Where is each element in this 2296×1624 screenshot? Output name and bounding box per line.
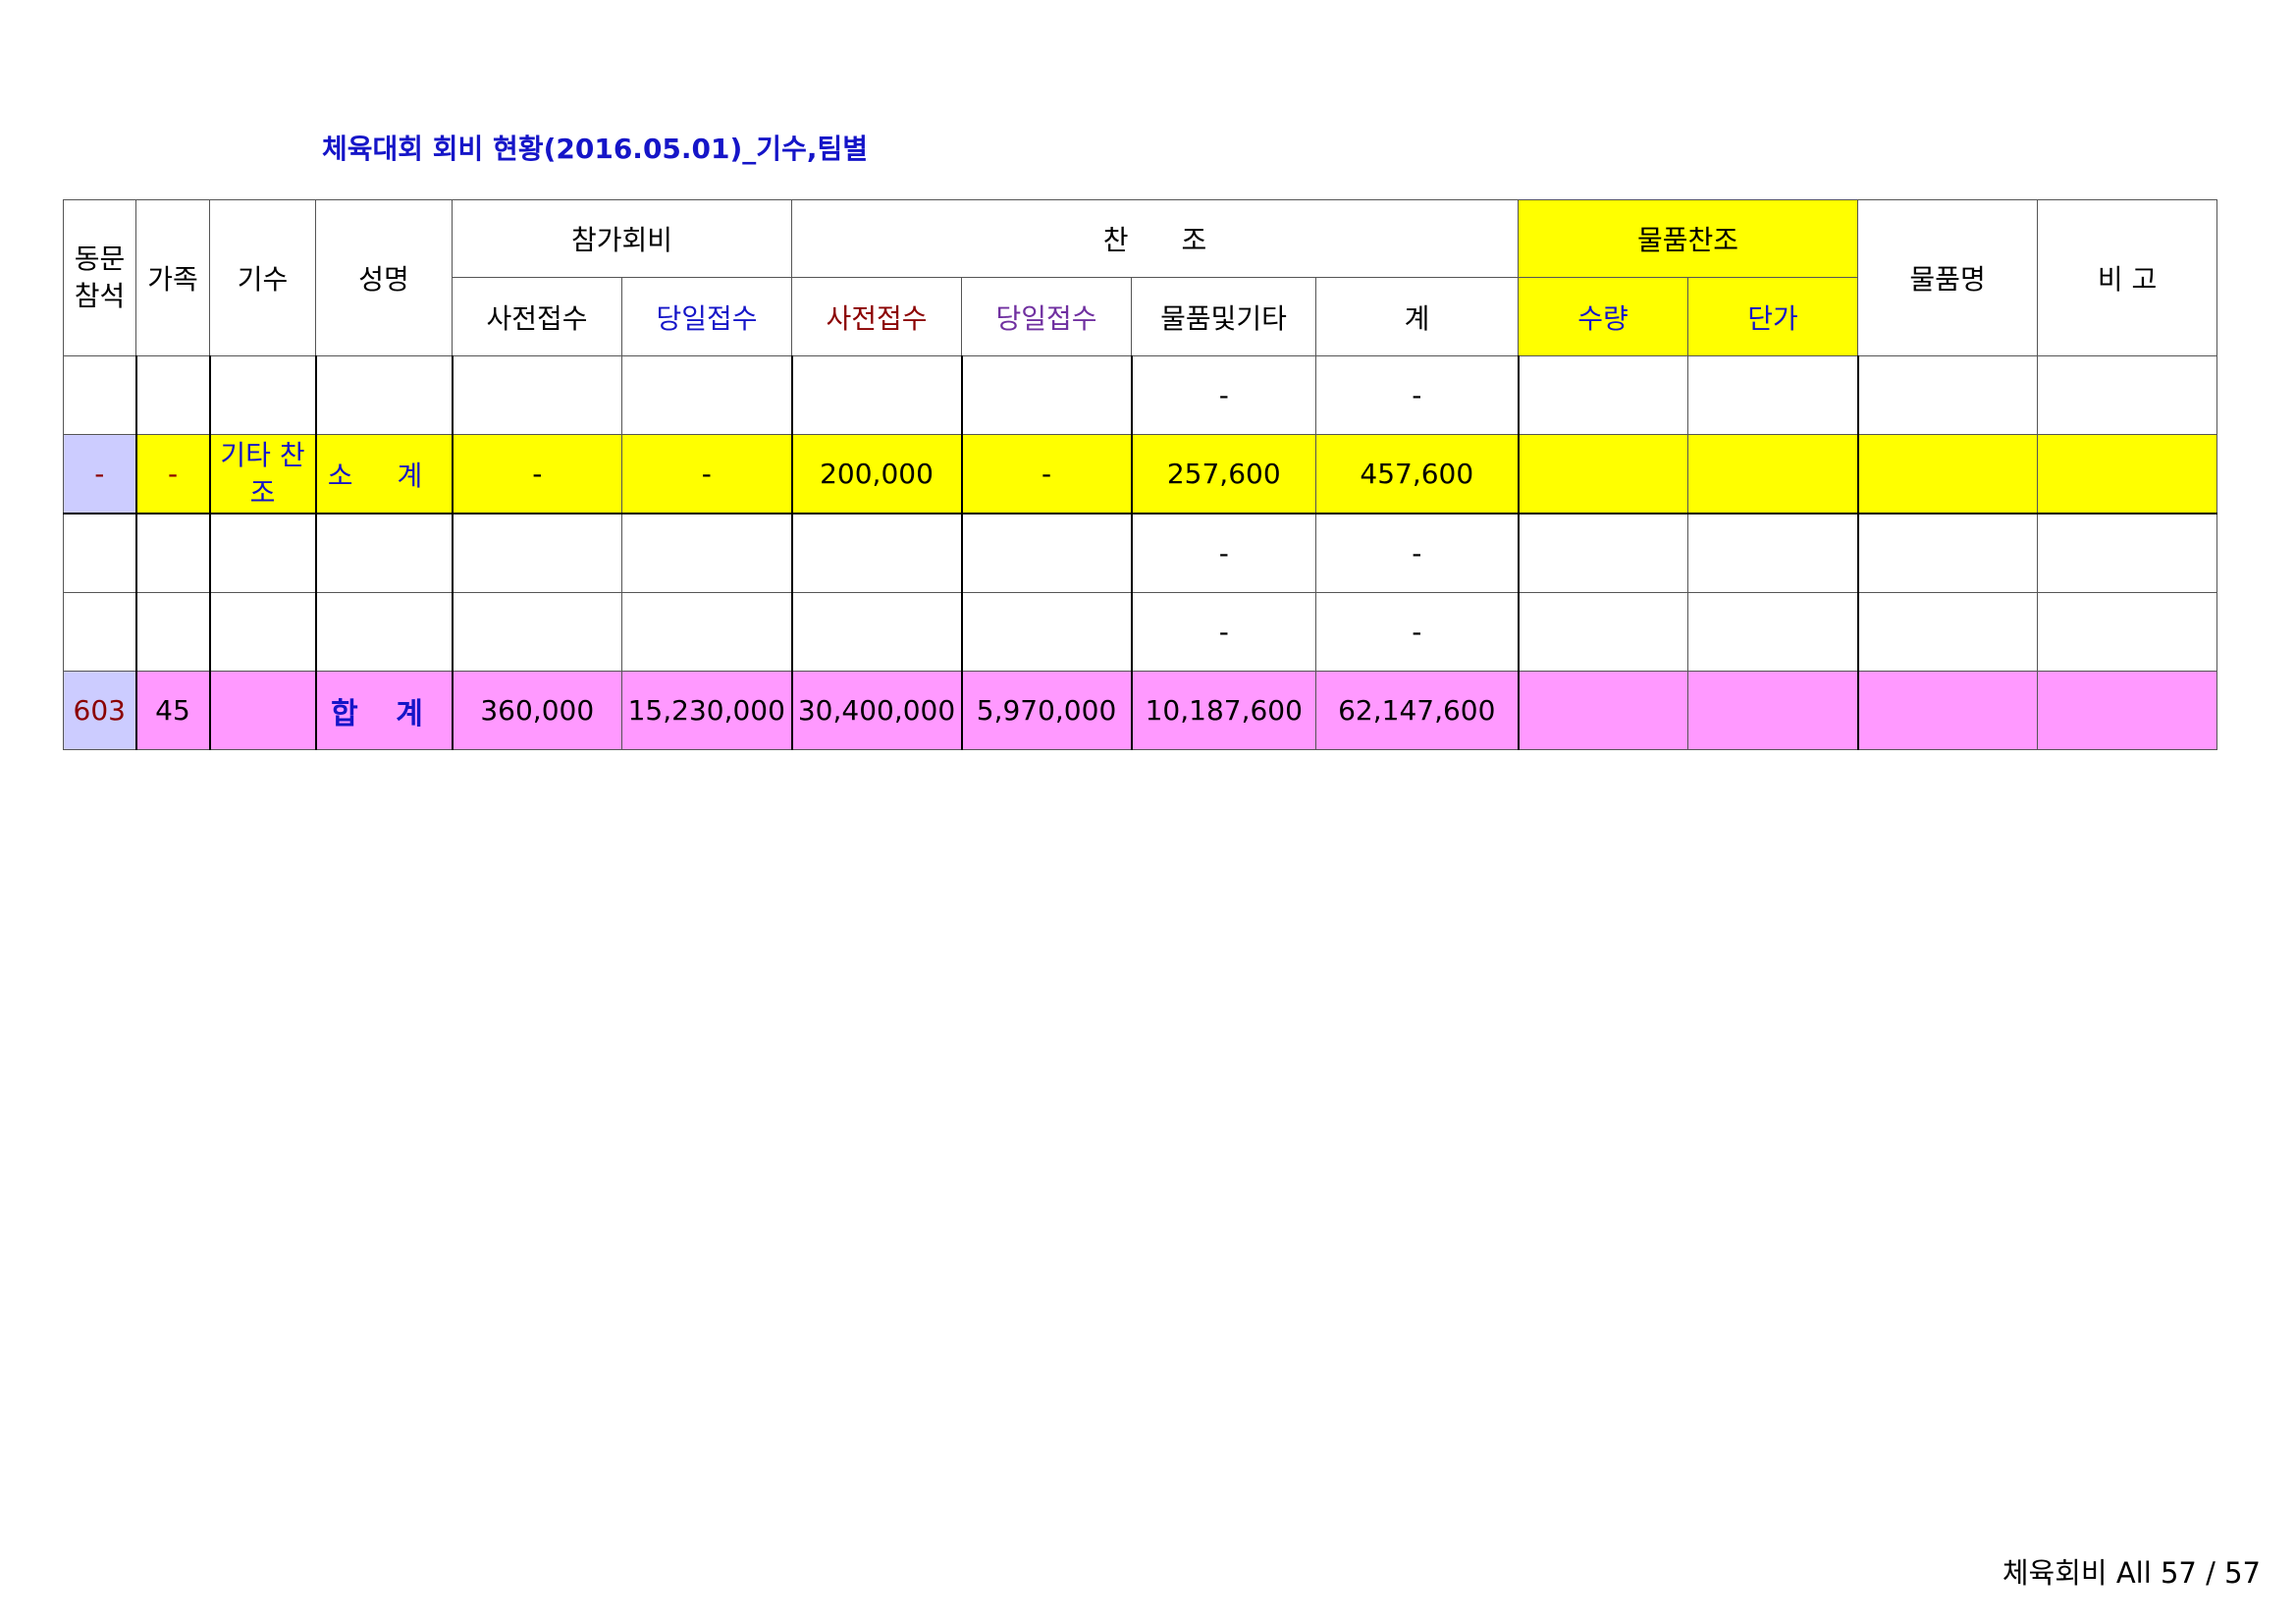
table-cell: - [1315, 513, 1520, 593]
table-cell [208, 355, 316, 435]
header-sponsorship-right: 조 [1181, 224, 1207, 256]
header-participation-fee: 참가회비 [451, 199, 793, 278]
table-cell: - [1315, 592, 1520, 672]
table-cell [208, 513, 316, 593]
header-goods-sponsorship: 물품찬조 [1518, 199, 1859, 278]
table-cell: - [1315, 355, 1520, 435]
table-cell [1856, 592, 2039, 672]
table-cell [1856, 434, 2039, 514]
header-sponsorship: 찬조 [791, 199, 1520, 278]
table-cell [790, 592, 963, 672]
total-label-text: 합 계 [331, 696, 437, 731]
header-family: 가족 [135, 199, 210, 356]
table-cell [1856, 355, 2039, 435]
header-goods-name: 물품명 [1857, 199, 2039, 356]
total-alumni: 603 [63, 671, 136, 750]
table-cell [790, 513, 963, 593]
table-cell [1517, 592, 1689, 672]
table-cell [1517, 355, 1689, 435]
table-row: - - [63, 355, 2218, 435]
table-cell [1517, 671, 1689, 750]
table-cell [2037, 434, 2218, 514]
fee-table: 동문 참석 가족 기수 성명 참가회비 찬조 물품찬조 물품명 비 고 사전접수… [63, 199, 2218, 750]
subtotal-row: - - 기타 찬조 소 계 - - 200,000 - 257,600 457,… [63, 434, 2218, 514]
total-spon-same-day: 5,970,000 [960, 671, 1133, 750]
header-spon-goods-etc: 물품및기타 [1131, 277, 1317, 356]
table-cell [134, 592, 210, 672]
table-cell [1517, 434, 1689, 514]
table-cell [960, 592, 1133, 672]
table-cell [314, 355, 453, 435]
table-cell [63, 592, 136, 672]
table-cell [451, 513, 622, 593]
header-spon-same-day: 당일접수 [961, 277, 1133, 356]
table-cell [451, 592, 622, 672]
table-cell [2037, 592, 2218, 672]
table-cell: - [1130, 513, 1317, 593]
page-footer: 체육회비 All 57 / 57 [2002, 1556, 2261, 1590]
table-cell: - [1130, 355, 1317, 435]
subtotal-goods-etc: 257,600 [1130, 434, 1317, 514]
table-cell [2037, 513, 2218, 593]
table-cell [620, 513, 793, 593]
table-cell [2037, 355, 2218, 435]
table-cell [2037, 671, 2218, 750]
table-cell [208, 671, 316, 750]
table-cell [134, 355, 210, 435]
header-fee-same-day: 당일접수 [620, 277, 793, 356]
table-cell [63, 355, 136, 435]
subtotal-fee-same-day: - [620, 434, 793, 514]
header-spon-total: 계 [1315, 277, 1520, 356]
table-cell [451, 355, 622, 435]
subtotal-total: 457,600 [1315, 434, 1520, 514]
table-cell [1517, 513, 1689, 593]
header-name: 성명 [315, 199, 453, 356]
subtotal-spon-same-day: - [960, 434, 1133, 514]
header-alumni-attend: 동문 참석 [63, 199, 136, 356]
header-spon-pre: 사전접수 [791, 277, 963, 356]
subtotal-label: 소 계 [314, 434, 453, 514]
header-class-year: 기수 [209, 199, 316, 356]
table-cell [620, 355, 793, 435]
subtotal-spon-pre: 200,000 [790, 434, 963, 514]
header-remarks: 비 고 [2037, 199, 2218, 356]
header-quantity: 수량 [1518, 277, 1689, 356]
table-cell: - [1130, 592, 1317, 672]
table-cell [1687, 513, 1859, 593]
table-cell [1856, 671, 2039, 750]
total-spon-pre: 30,400,000 [790, 671, 963, 750]
total-goods-etc: 10,187,600 [1130, 671, 1317, 750]
total-fee-pre: 360,000 [451, 671, 622, 750]
page-title: 체육대회 회비 현황(2016.05.01)_기수,팀별 [322, 133, 868, 165]
table-cell [314, 513, 453, 593]
table-cell [314, 592, 453, 672]
table-cell [1687, 592, 1859, 672]
subtotal-fee-pre: - [451, 434, 622, 514]
table-cell [208, 592, 316, 672]
table-row: - - [63, 592, 2218, 672]
total-fee-same-day: 15,230,000 [620, 671, 793, 750]
table-cell [960, 355, 1133, 435]
header-unit-price: 단가 [1687, 277, 1859, 356]
table-cell [1687, 671, 1859, 750]
table-cell [790, 355, 963, 435]
subtotal-alumni: - [63, 434, 136, 514]
table-cell [620, 592, 793, 672]
table-cell [63, 513, 136, 593]
total-label: 합 계 [314, 671, 453, 750]
subtotal-family: - [134, 434, 210, 514]
total-total: 62,147,600 [1315, 671, 1520, 750]
table-cell [1687, 355, 1859, 435]
subtotal-class-year: 기타 찬조 [208, 434, 316, 514]
total-family: 45 [134, 671, 210, 750]
header-sponsorship-left: 찬 [1102, 224, 1129, 256]
table-cell [134, 513, 210, 593]
table-cell [1687, 434, 1859, 514]
table-row: - - [63, 513, 2218, 593]
subtotal-label-text: 소 계 [327, 459, 441, 492]
header-fee-pre: 사전접수 [452, 277, 622, 356]
table-cell [1856, 513, 2039, 593]
grand-total-row: 603 45 합 계 360,000 15,230,000 30,400,000… [63, 671, 2218, 750]
table-cell [960, 513, 1133, 593]
